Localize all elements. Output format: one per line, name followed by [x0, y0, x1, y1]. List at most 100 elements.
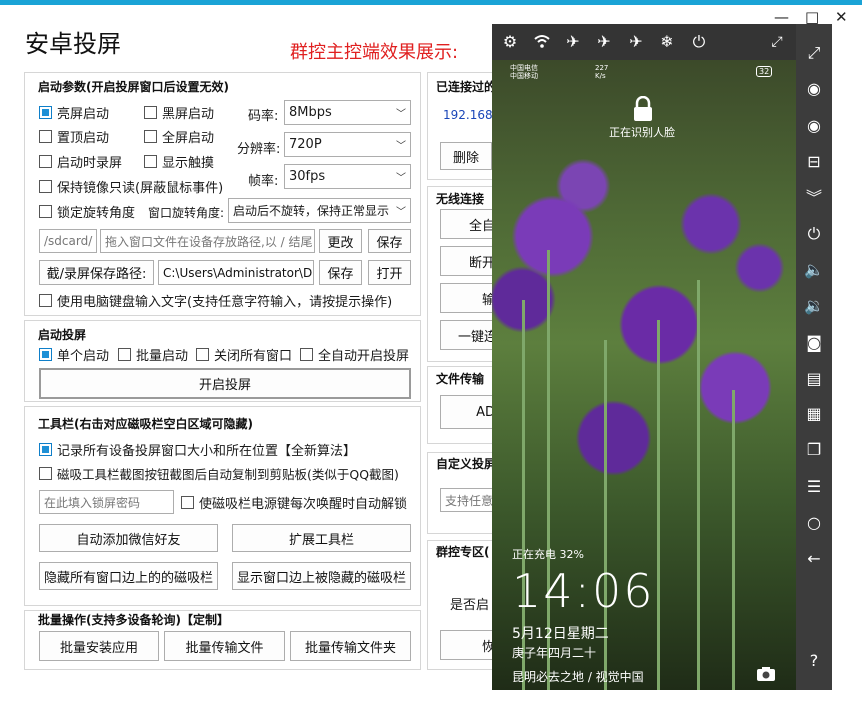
- record-on-start-checkbox[interactable]: 启动时录屏: [39, 153, 123, 171]
- camera-icon[interactable]: [756, 666, 776, 685]
- keyboard-input-checkbox[interactable]: 使用电脑键盘输入文字(支持任意字符输入，请按提示操作): [39, 292, 392, 310]
- open-capture-path-button[interactable]: 打开: [368, 260, 411, 285]
- menu-icon[interactable]: ☰: [796, 478, 832, 496]
- batch-transfer-folder-button[interactable]: 批量传输文件夹: [290, 631, 411, 661]
- change-path-button[interactable]: 更改: [319, 229, 362, 253]
- help-icon[interactable]: ?: [796, 652, 832, 670]
- circle-icon[interactable]: ○: [796, 514, 832, 532]
- checkbox-label: 黑屏启动: [162, 106, 215, 122]
- auto-unlock-checkbox[interactable]: 使磁吸栏电源键每次唤醒时自动解锁: [181, 494, 407, 512]
- volume-up-icon[interactable]: 🔈: [796, 261, 832, 279]
- checkbox-box: [39, 442, 52, 456]
- readonly-mirror-checkbox[interactable]: 保持镜像只读(屏蔽鼠标事件): [39, 178, 224, 196]
- resolution-select[interactable]: 720P ﹀: [284, 132, 411, 157]
- toolbar-title: 工具栏(右击对应磁吸栏空白区域可隐藏): [38, 417, 253, 431]
- airplane-icon[interactable]: ✈: [594, 32, 614, 52]
- capture-path-value: C:\Users\Administrator\D: [163, 265, 313, 280]
- remember-window-checkbox[interactable]: 记录所有设备投屏窗口大小和所在位置【全新算法】: [39, 441, 356, 459]
- phone-screen[interactable]: 中国电信 中国移动 227 K/s 32 正在识别人脸 正在充电 32% 14:…: [492, 60, 796, 690]
- custom-mirror-placeholder: 支持任意: [445, 493, 494, 508]
- fps-select[interactable]: 30fps ﹀: [284, 164, 411, 189]
- capture-path-input[interactable]: C:\Users\Administrator\D: [158, 260, 314, 285]
- bitrate-label: 码率:: [248, 109, 279, 124]
- batch-transfer-files-button[interactable]: 批量传输文件: [164, 631, 285, 661]
- wireless-disconnect-button[interactable]: 断开: [440, 246, 500, 276]
- custom-mirror-input[interactable]: 支持任意: [440, 488, 500, 512]
- window-accent-bar: [0, 0, 862, 5]
- fps-value: 30fps: [289, 169, 326, 184]
- extend-toolbar-button[interactable]: 扩展工具栏: [232, 524, 411, 552]
- checkbox-label: 显示触摸: [162, 155, 215, 171]
- hide-magnetic-bars-button[interactable]: 隐藏所有窗口边上的的磁吸栏: [39, 562, 218, 590]
- batch-install-button[interactable]: 批量安装应用: [39, 631, 159, 661]
- delete-device-button[interactable]: 删除: [440, 142, 492, 170]
- airplane-icon[interactable]: ✈: [563, 32, 583, 52]
- launch-title: 启动投屏: [38, 328, 87, 342]
- checkbox-label: 启动时录屏: [57, 155, 123, 171]
- black-start-checkbox[interactable]: 黑屏启动: [144, 104, 215, 122]
- wireless-auto-button[interactable]: 全自: [440, 209, 500, 239]
- rotation-select[interactable]: 启动后不旋转，保持正常显示 ﹀: [228, 198, 411, 223]
- minimize-button[interactable]: —: [774, 10, 789, 25]
- snowflake-icon[interactable]: ❄: [657, 32, 677, 52]
- windows-icon[interactable]: ❐: [796, 441, 832, 459]
- eye-icon[interactable]: ◉: [796, 117, 832, 135]
- checkbox-box: [181, 495, 194, 509]
- capture-path-button[interactable]: 截/录屏保存路径:: [39, 260, 154, 285]
- camera-icon[interactable]: ◙: [796, 334, 832, 352]
- save-path-button[interactable]: 保存: [368, 229, 411, 253]
- startup-params-title: 启动参数(开启投屏窗口后设置无效): [38, 80, 229, 94]
- device-ip-item[interactable]: 192.168.: [443, 108, 496, 122]
- wifi-icon[interactable]: [532, 32, 552, 52]
- auto-start-checkbox[interactable]: 全自动开启投屏: [300, 346, 409, 364]
- double-chevron-down-icon[interactable]: ︾: [796, 189, 832, 207]
- expand-icon[interactable]: ⤢: [796, 44, 832, 62]
- maximize-button[interactable]: □: [805, 10, 819, 25]
- charging-text: 正在充电 32%: [512, 548, 584, 561]
- power-icon[interactable]: ⏻: [689, 32, 709, 52]
- connected-devices-title: 已连接过的: [436, 80, 497, 94]
- checkbox-box: [300, 347, 313, 361]
- back-icon[interactable]: ←: [796, 550, 832, 568]
- minus-square-icon[interactable]: ⊟: [796, 153, 832, 171]
- start-mirror-button[interactable]: 开启投屏: [39, 368, 411, 399]
- lock-password-input[interactable]: 在此填入锁屏密码: [39, 490, 174, 514]
- checkbox-label: 磁吸工具栏截图按钮截图后自动复制到剪贴板(类似于QQ截图): [57, 466, 399, 482]
- drop-file-input[interactable]: 拖入窗口文件在设备存放路径,以 / 结尾: [100, 229, 315, 253]
- checkbox-box: [39, 105, 52, 119]
- lock-rotation-checkbox[interactable]: 锁定旋转角度: [39, 203, 135, 221]
- files-icon[interactable]: ▦: [796, 405, 832, 423]
- add-wechat-friends-button[interactable]: 自动添加微信好友: [39, 524, 218, 552]
- settings-icon[interactable]: ⚙: [500, 32, 520, 52]
- checkbox-box: [144, 154, 157, 168]
- show-magnetic-bars-button[interactable]: 显示窗口边上被隐藏的磁吸栏: [232, 562, 411, 590]
- wireless-input-button[interactable]: 输: [440, 283, 500, 313]
- copy-icon[interactable]: ▤: [796, 370, 832, 388]
- rotate-icon[interactable]: ⤢: [767, 32, 787, 52]
- close-all-checkbox[interactable]: 关闭所有窗口: [196, 346, 292, 364]
- one-click-connect-button[interactable]: 一键连: [440, 320, 500, 350]
- file-transfer-button[interactable]: AD: [440, 395, 500, 429]
- bitrate-select[interactable]: 8Mbps ﹀: [284, 100, 411, 125]
- bright-start-checkbox[interactable]: 亮屏启动: [39, 104, 109, 122]
- eye-icon[interactable]: ◉: [796, 80, 832, 98]
- checkbox-box: [39, 204, 52, 218]
- show-touch-checkbox[interactable]: 显示触摸: [144, 153, 215, 171]
- checkbox-label: 保持镜像只读(屏蔽鼠标事件): [57, 180, 224, 196]
- group-control-title: 群控专区(: [436, 545, 490, 559]
- checkbox-box: [39, 154, 52, 168]
- batch-start-checkbox[interactable]: 批量启动: [118, 346, 188, 364]
- clip-screenshot-checkbox[interactable]: 磁吸工具栏截图按钮截图后自动复制到剪贴板(类似于QQ截图): [39, 465, 399, 482]
- device-path-input[interactable]: /sdcard/: [39, 229, 97, 253]
- status-speed-unit: K/s: [595, 72, 606, 80]
- group-control-button[interactable]: 恢: [440, 630, 500, 660]
- power-icon[interactable]: ⏻: [796, 225, 832, 243]
- phone-mirror-window[interactable]: ⚙ ✈ ✈ ✈ ❄ ⏻ ⤢ 中国电信 中国移动 227 K/s 32 正在识别人…: [492, 24, 796, 690]
- fullscreen-start-checkbox[interactable]: 全屏启动: [144, 128, 214, 146]
- save-capture-path-button[interactable]: 保存: [319, 260, 362, 285]
- close-button[interactable]: ✕: [835, 10, 848, 25]
- volume-down-icon[interactable]: 🔉: [796, 297, 832, 315]
- airplane-icon[interactable]: ✈: [626, 32, 646, 52]
- single-start-checkbox[interactable]: 单个启动: [39, 346, 109, 364]
- top-start-checkbox[interactable]: 置顶启动: [39, 128, 109, 146]
